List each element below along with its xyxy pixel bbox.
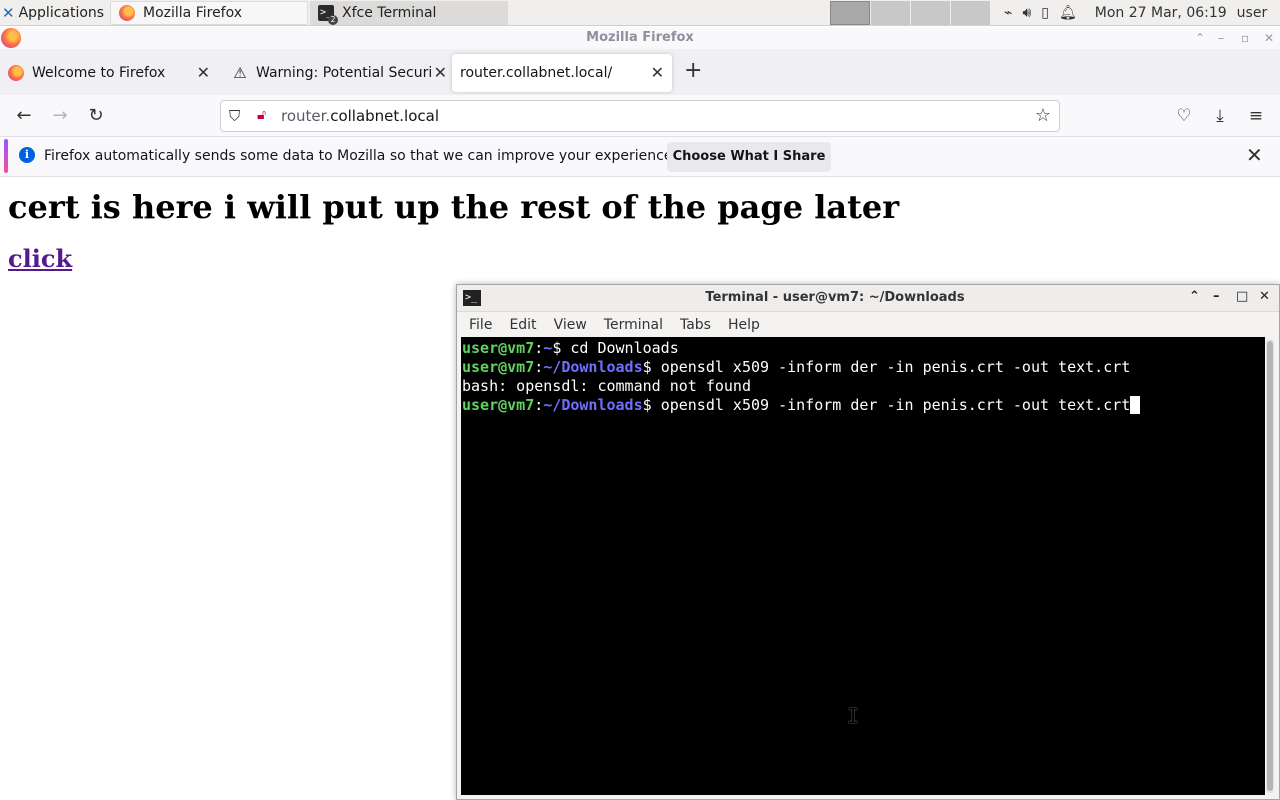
terminal-menubar: File Edit View Terminal Tabs Help [457,312,1279,337]
scrollbar-thumb[interactable] [1267,341,1273,791]
shade-icon[interactable]: – [1218,27,1224,49]
workspace-4[interactable] [950,1,990,25]
firefox-titlebar: Mozilla Firefox ⌃ – ▫ ✕ [0,27,1280,49]
applications-label: Applications [18,4,105,21]
warning-icon: ⚠ [233,64,247,82]
page-heading: cert is here i will put up the rest of t… [8,188,900,226]
terminal-shade-icon[interactable]: ⌃ [1189,289,1200,304]
tab-label: Welcome to Firefox [32,65,166,81]
system-tray: ⌁ 🔊︎ ▯ 🔔︎ Mon 27 Mar, 06:19 user [1004,0,1267,26]
info-icon: i [19,147,35,163]
volume-icon[interactable]: 🔊︎ [1022,5,1031,21]
pocket-icon[interactable]: ♡ [1172,104,1196,128]
reload-icon[interactable]: ↻ [84,104,108,128]
tab-welcome[interactable]: Welcome to Firefox ✕ [8,54,218,92]
menu-help[interactable]: Help [728,317,760,333]
text-cursor [1130,396,1141,414]
terminal-titlebar[interactable]: >_ Terminal - user@vm7: ~/Downloads ⌃ – … [457,285,1279,312]
command-text: opensdl x509 -inform der -in penis.crt -… [660,396,1131,414]
choose-what-i-share-button[interactable]: Choose What I Share [667,142,831,172]
url-text[interactable]: router.collabnet.local [281,107,439,125]
click-link[interactable]: click [8,244,72,273]
close-tab-icon[interactable]: ✕ [197,64,210,82]
firefox-logo-icon [1,28,21,48]
forward-arrow-icon[interactable]: → [48,104,72,128]
terminal-icon: >_ 2 [318,5,338,25]
terminal-maximize-icon[interactable]: □ [1236,289,1248,304]
xfce-logo-icon: ✕ [2,3,15,22]
workspace-3[interactable] [910,1,950,25]
menu-file[interactable]: File [469,317,492,333]
new-tab-plus-icon[interactable]: + [684,60,702,82]
url-subdomain: router. [281,107,331,125]
close-tab-icon[interactable]: ✕ [434,64,447,82]
workspace-2[interactable] [870,1,910,25]
prompt-user: user@vm7 [462,396,535,414]
notification-accent [4,139,8,173]
back-arrow-icon[interactable]: ← [12,104,36,128]
notification-bell-icon[interactable]: 🔔︎ [1059,5,1077,21]
terminal-line: user@vm7:~/Downloads$ opensdl x509 -info… [462,396,1265,415]
applications-menu[interactable]: ✕ Applications ⋮ [0,0,125,25]
close-notification-icon[interactable]: ✕ [1246,145,1263,165]
mouse-ibeam-cursor-icon: I [847,704,860,728]
menu-view[interactable]: View [554,317,587,333]
user-menu[interactable]: user [1237,5,1268,21]
window-title: Mozilla Firefox [586,30,694,45]
prompt-user: user@vm7 [462,339,535,357]
clock[interactable]: Mon 27 Mar, 06:19 [1095,5,1227,21]
terminal-screen[interactable]: user@vm7:~$ cd Downloads user@vm7:~/Downl… [461,337,1265,795]
taskbar-terminal[interactable]: >_ 2 Xfce Terminal [310,1,508,25]
firefox-icon [8,65,24,81]
url-bar[interactable]: ⛉ 🔓︎ router.collabnet.local ☆ [220,100,1060,132]
maximize-icon[interactable]: ▫ [1241,27,1249,49]
insecure-lock-icon[interactable]: 🔓︎ [257,107,266,123]
tab-label: Warning: Potential Securi [256,65,433,81]
tab-label: router.collabnet.local/ [460,65,613,81]
network-icon[interactable]: ⌁ [1004,5,1012,21]
bookmark-star-icon[interactable]: ☆ [1035,105,1051,126]
tracking-shield-icon[interactable]: ⛉ [229,107,240,125]
taskbar-firefox-label: Mozilla Firefox [143,5,243,21]
menu-edit[interactable]: Edit [509,317,536,333]
data-collection-notification: i Firefox automatically sends some data … [0,137,1280,177]
downloads-icon[interactable]: ⤓ [1208,104,1232,128]
menu-terminal[interactable]: Terminal [604,317,663,333]
hamburger-menu-icon[interactable]: ≡ [1244,104,1268,128]
terminal-window: >_ Terminal - user@vm7: ~/Downloads ⌃ – … [456,284,1280,800]
workspace-1[interactable] [830,1,870,25]
workspace-switcher [830,1,990,25]
taskbar-terminal-label: Xfce Terminal [342,5,437,21]
menu-tabs[interactable]: Tabs [680,317,711,333]
window-count-badge: 2 [328,15,338,25]
terminal-line: user@vm7:~/Downloads$ opensdl x509 -info… [462,358,1131,376]
close-window-icon[interactable]: ✕ [1264,27,1274,49]
prompt-path: ~ [543,339,553,357]
terminal-output-line: bash: opensdl: command not found [462,377,751,395]
terminal-line: user@vm7:~$ cd Downloads [462,339,679,357]
url-domain: collabnet.local [330,107,440,125]
command-text: opensdl x509 -inform der -in penis.crt -… [660,358,1131,376]
terminal-title: Terminal - user@vm7: ~/Downloads [705,290,965,305]
terminal-minimize-icon[interactable]: – [1213,289,1220,304]
terminal-close-icon[interactable]: ✕ [1259,289,1270,304]
minimize-icon[interactable]: ⌃ [1195,27,1205,49]
battery-icon[interactable]: ▯ [1041,5,1049,21]
taskbar-firefox[interactable]: Mozilla Firefox [110,1,308,25]
prompt-path: ~/Downloads [543,396,643,414]
tab-warning[interactable]: ⚠ Warning: Potential Securi ✕ [232,54,447,92]
tab-strip: Welcome to Firefox ✕ ⚠ Warning: Potentia… [0,49,1280,95]
prompt-path: ~/Downloads [543,358,643,376]
tab-router[interactable]: router.collabnet.local/ ✕ [452,54,672,92]
command-text: cd Downloads [570,339,679,357]
close-tab-icon[interactable]: ✕ [651,64,664,82]
terminal-scrollbar[interactable] [1266,339,1274,793]
notification-message: Firefox automatically sends some data to… [44,148,677,164]
prompt-user: user@vm7 [462,358,535,376]
firefox-icon [119,5,135,21]
navigation-toolbar: ← → ↻ ⛉ 🔓︎ router.collabnet.local ☆ ♡ ⤓ … [0,95,1280,137]
